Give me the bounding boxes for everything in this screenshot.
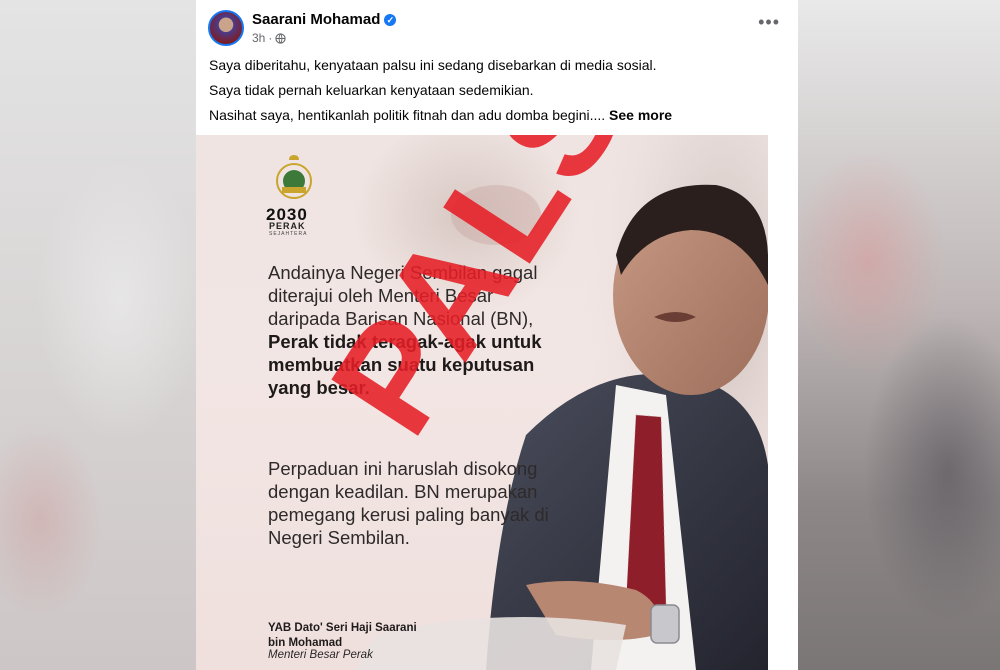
post-paragraph-text: Nasihat saya, hentikanlah politik fitnah… (209, 107, 606, 123)
logo-tagline: SEJAHTERA (269, 231, 308, 237)
post-time[interactable]: 3h (252, 31, 265, 45)
statement-paragraph-2: Perpaduan ini haruslah disokong dengan k… (268, 458, 549, 548)
perak-crest-logo (276, 155, 312, 199)
author-name[interactable]: Saarani Mohamad (252, 11, 380, 28)
meta-separator: · (268, 31, 273, 45)
background-left (0, 0, 196, 670)
verified-badge-icon: ✓ (384, 13, 397, 26)
post-paragraph: Saya tidak pernah keluarkan kenyataan se… (209, 82, 534, 98)
signature-name: YAB Dato' Seri Haji Saarani bin Mohamad (268, 622, 417, 649)
see-more-link[interactable]: See more (609, 107, 672, 123)
post-meta: 3h · (252, 31, 286, 45)
facebook-post: Saarani Mohamad ✓ 3h · ••• Saya diberita… (196, 0, 798, 670)
avatar[interactable] (208, 10, 244, 46)
globe-icon (275, 32, 286, 44)
post-header: Saarani Mohamad ✓ 3h · ••• (196, 0, 798, 52)
more-options-icon[interactable]: ••• (758, 13, 780, 31)
author-row: Saarani Mohamad ✓ (252, 11, 397, 28)
post-paragraph: Saya diberitahu, kenyataan palsu ini sed… (209, 57, 657, 73)
post-text: Saya diberitahu, kenyataan palsu ini sed… (209, 56, 789, 131)
signature-title: Menteri Besar Perak (268, 649, 373, 661)
post-paragraph: Nasihat saya, hentikanlah politik fitnah… (209, 106, 789, 125)
post-image[interactable]: 2030 PERAK SEJAHTERA Andainya Negeri Sem… (196, 135, 768, 670)
post-image-edge (768, 135, 798, 670)
logo-name: PERAK (269, 221, 306, 231)
background-right (798, 0, 1000, 670)
